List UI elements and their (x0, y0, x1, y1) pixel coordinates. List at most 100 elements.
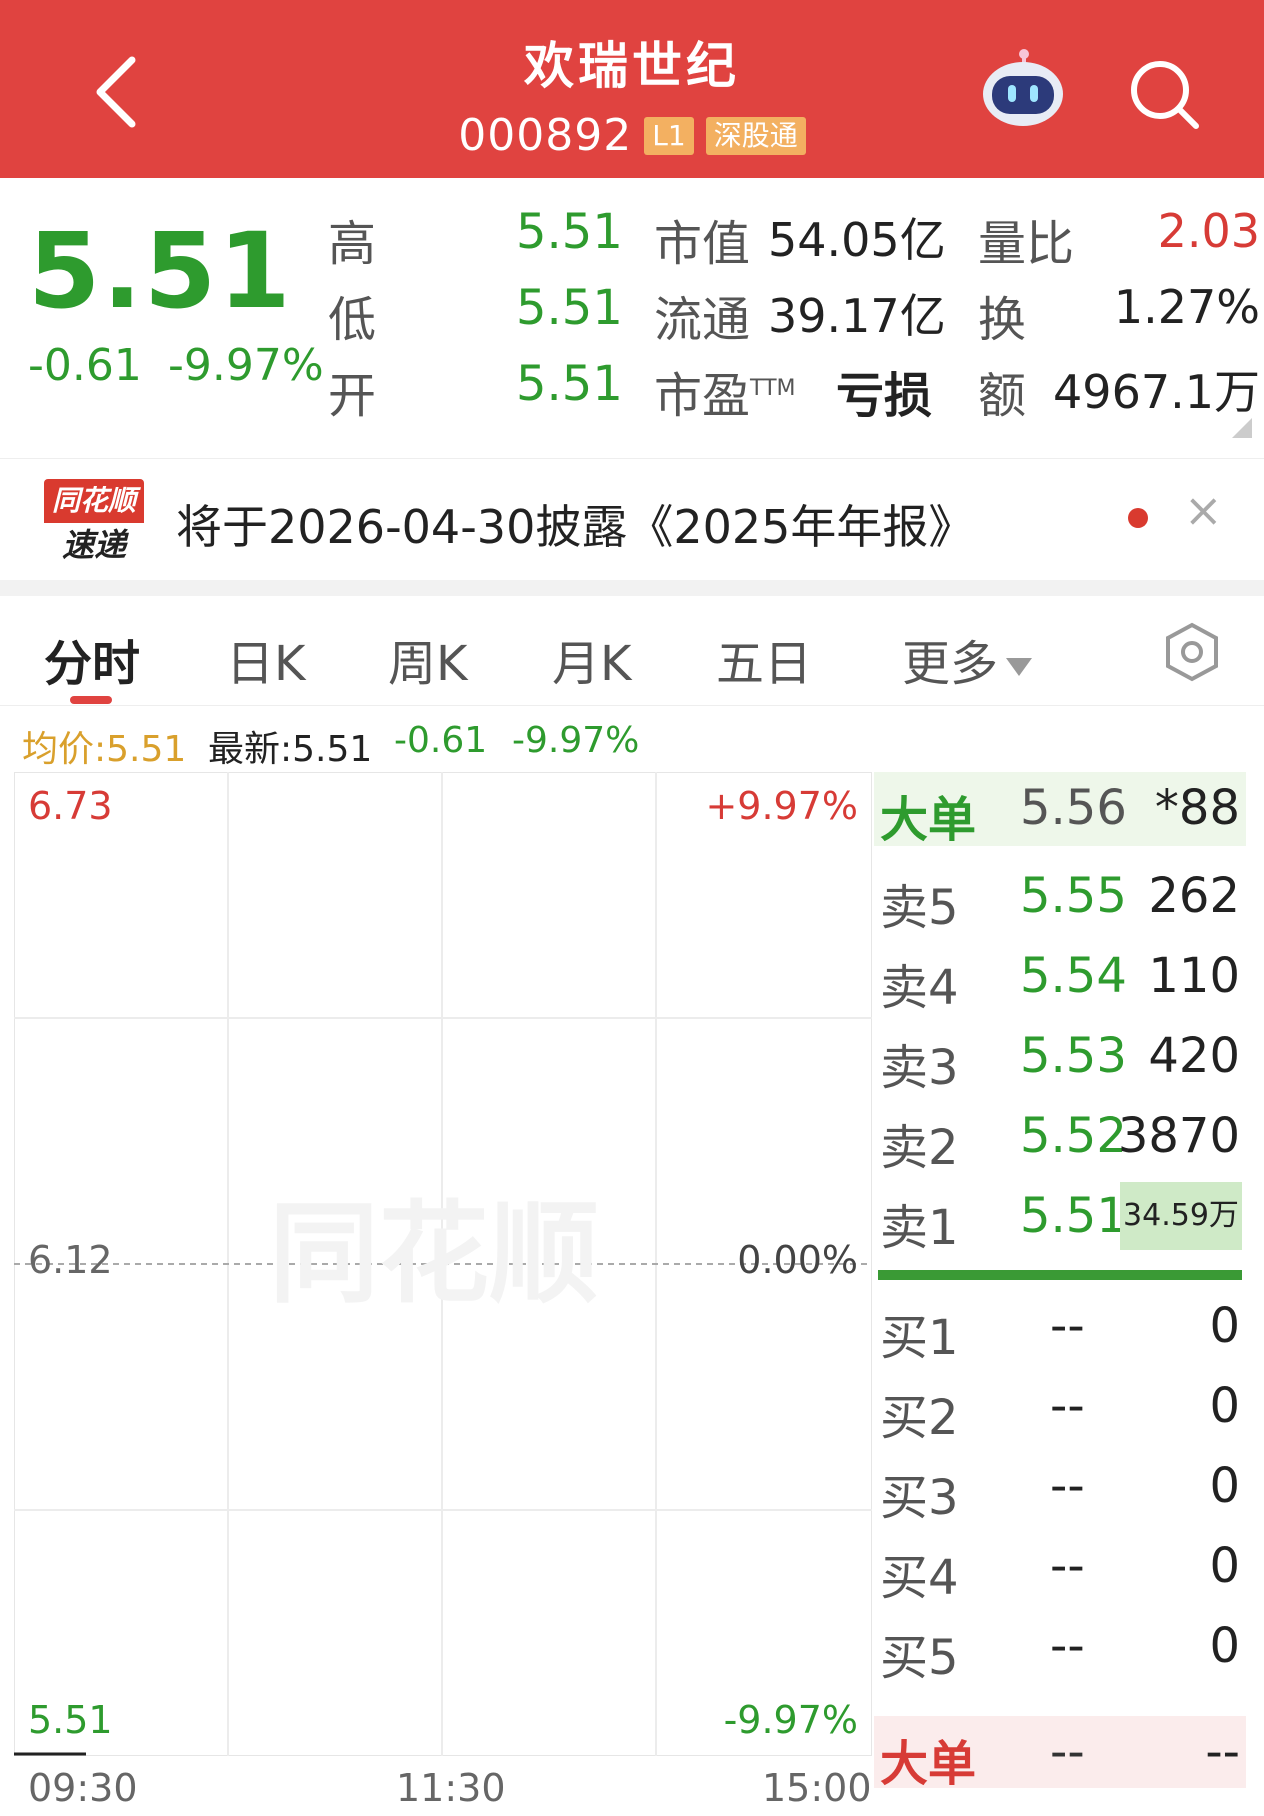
latest-price: 最新:5.51 (208, 729, 373, 770)
open-label: 开 (328, 368, 377, 424)
section-divider (0, 580, 1264, 596)
high-label: 高 (328, 216, 377, 272)
watermark-text: 同花顺 (269, 1190, 599, 1318)
intraday-chart[interactable]: 同花顺 6.73 +9.97% 6.12 0.00% 5.51 -9.97% (14, 772, 872, 1756)
big-order-price: 5.56 (1020, 780, 1127, 836)
tab-more[interactable]: 更多 (902, 624, 1033, 694)
sell-row-3[interactable]: 卖3 5.53 420 (874, 1020, 1246, 1096)
float-value: 39.17亿 (768, 289, 946, 343)
sell-label: 卖5 (880, 880, 959, 936)
chart-mid-price: 6.12 (28, 1238, 113, 1282)
buy-qty: 0 (1209, 1298, 1240, 1354)
volratio-value: 2.03 (1157, 204, 1260, 258)
tab-intraday[interactable]: 分时 (44, 624, 140, 694)
buy-label: 买2 (880, 1390, 959, 1446)
search-icon[interactable] (1126, 56, 1202, 132)
active-tab-indicator (70, 696, 112, 704)
top-bar: 欢瑞世纪 000892 L1 深股通 (0, 0, 1264, 178)
tab-more-label: 更多 (902, 636, 999, 692)
buy-label: 买1 (880, 1310, 959, 1366)
logo-top-text: 同花顺 (44, 479, 144, 523)
info-change-percent: -9.97% (512, 720, 640, 761)
chart-bottom-price: 5.51 (28, 1698, 113, 1742)
open-value: 5.51 (516, 356, 623, 412)
current-price: 5.51 (28, 210, 293, 332)
pe-label-ttm: TTM (750, 376, 796, 401)
quote-panel: 5.51 -0.61 -9.97% 高 5.51 低 5.51 开 5.51 市… (0, 178, 1264, 458)
sell-price: 5.53 (1020, 1028, 1127, 1084)
info-change: -0.61 (394, 720, 488, 761)
tab-monthly-k[interactable]: 月K (552, 624, 631, 694)
time-label-open: 09:30 (28, 1766, 138, 1810)
sell-qty: 110 (1148, 948, 1240, 1004)
caret-down-icon (1006, 658, 1033, 676)
buy-row-1[interactable]: 买1 -- 0 (874, 1290, 1246, 1366)
buy-row-2[interactable]: 买2 -- 0 (874, 1370, 1246, 1446)
sell-price: 5.52 (1020, 1108, 1127, 1164)
notice-bar[interactable]: 同花顺 速递 将于2026-04-30披露《2025年年报》 × (0, 458, 1264, 578)
big-order-qty: -- (1205, 1724, 1240, 1780)
close-icon[interactable]: × (1184, 483, 1223, 537)
connect-badge: 深股通 (705, 116, 806, 155)
amount-label: 额 (978, 368, 1027, 424)
notice-text[interactable]: 将于2026-04-30披露《2025年年报》 (176, 491, 974, 557)
big-order-qty: *88 (1154, 780, 1240, 836)
chart-bottom-percent: -9.97% (723, 1698, 858, 1742)
bid-ask-separator (878, 1270, 1242, 1280)
buy-price: -- (1050, 1538, 1085, 1594)
buy-row-3[interactable]: 买3 -- 0 (874, 1450, 1246, 1526)
time-label-close: 15:00 (762, 1766, 872, 1810)
unread-dot-icon (1128, 508, 1148, 528)
chart-top-percent: +9.97% (705, 784, 858, 828)
high-value: 5.51 (516, 204, 623, 260)
sell-qty: 262 (1148, 868, 1240, 924)
low-label: 低 (328, 292, 377, 348)
stock-code-line: 000892 L1 深股通 (0, 110, 1264, 161)
settings-hexagon-icon[interactable] (1162, 622, 1222, 682)
stock-name: 欢瑞世纪 (524, 37, 740, 95)
sell-row-1[interactable]: 卖1 5.51 34.59万 (874, 1180, 1246, 1256)
buy-row-5[interactable]: 买5 -- 0 (874, 1610, 1246, 1686)
expand-corner-icon[interactable] (1232, 418, 1252, 438)
sell-price: 5.51 (1020, 1188, 1127, 1244)
sell-row-5[interactable]: 卖5 5.55 262 (874, 860, 1246, 936)
low-value: 5.51 (516, 280, 623, 336)
buy-qty: 0 (1209, 1458, 1240, 1514)
buy-label: 买4 (880, 1550, 959, 1606)
buy-qty: 0 (1209, 1378, 1240, 1434)
level-badge: L1 (644, 116, 694, 155)
sell-row-2[interactable]: 卖2 5.52 3870 (874, 1100, 1246, 1176)
big-order-price: -- (1050, 1724, 1085, 1780)
chart-tabs: 分时 日K 周K 月K 五日 更多 (0, 596, 1264, 706)
tab-five-day[interactable]: 五日 (716, 624, 812, 694)
sell-qty: 3870 (1117, 1108, 1240, 1164)
sell1-qty-highlight: 34.59万 (1120, 1182, 1242, 1250)
time-label-midday: 11:30 (396, 1766, 506, 1810)
sell-label: 卖2 (880, 1120, 959, 1176)
order-book: 大单 5.56 *88 卖5 5.55 262 卖4 5.54 110 卖3 5… (874, 772, 1246, 1816)
robot-assistant-icon[interactable] (978, 48, 1068, 132)
volratio-label: 量比 (978, 216, 1075, 272)
sell-row-4[interactable]: 卖4 5.54 110 (874, 940, 1246, 1016)
chart-top-price: 6.73 (28, 784, 113, 828)
sell-label: 卖3 (880, 1040, 959, 1096)
pe-label-text: 市盈 (654, 368, 751, 424)
buy-price: -- (1050, 1378, 1085, 1434)
big-order-top-row[interactable]: 大单 5.56 *88 (874, 772, 1246, 848)
chart-mid-percent: 0.00% (737, 1238, 858, 1282)
price-change: -0.61 (28, 340, 142, 391)
turnover-value: 1.27% (1113, 280, 1260, 334)
buy-qty: 0 (1209, 1538, 1240, 1594)
ths-express-logo: 同花顺 速递 (44, 479, 144, 567)
sell-qty: 420 (1148, 1028, 1240, 1084)
buy-qty: 0 (1209, 1618, 1240, 1674)
logo-bottom-text: 速递 (61, 526, 126, 564)
mktcap-value: 54.05亿 (768, 213, 946, 267)
big-order-bottom-row[interactable]: 大单 -- -- (874, 1716, 1246, 1792)
tab-daily-k[interactable]: 日K (226, 624, 305, 694)
stock-code: 000892 (458, 110, 633, 161)
sell-label: 卖4 (880, 960, 959, 1016)
tab-weekly-k[interactable]: 周K (388, 624, 467, 694)
big-order-label: 大单 (880, 1736, 977, 1792)
buy-row-4[interactable]: 买4 -- 0 (874, 1530, 1246, 1606)
